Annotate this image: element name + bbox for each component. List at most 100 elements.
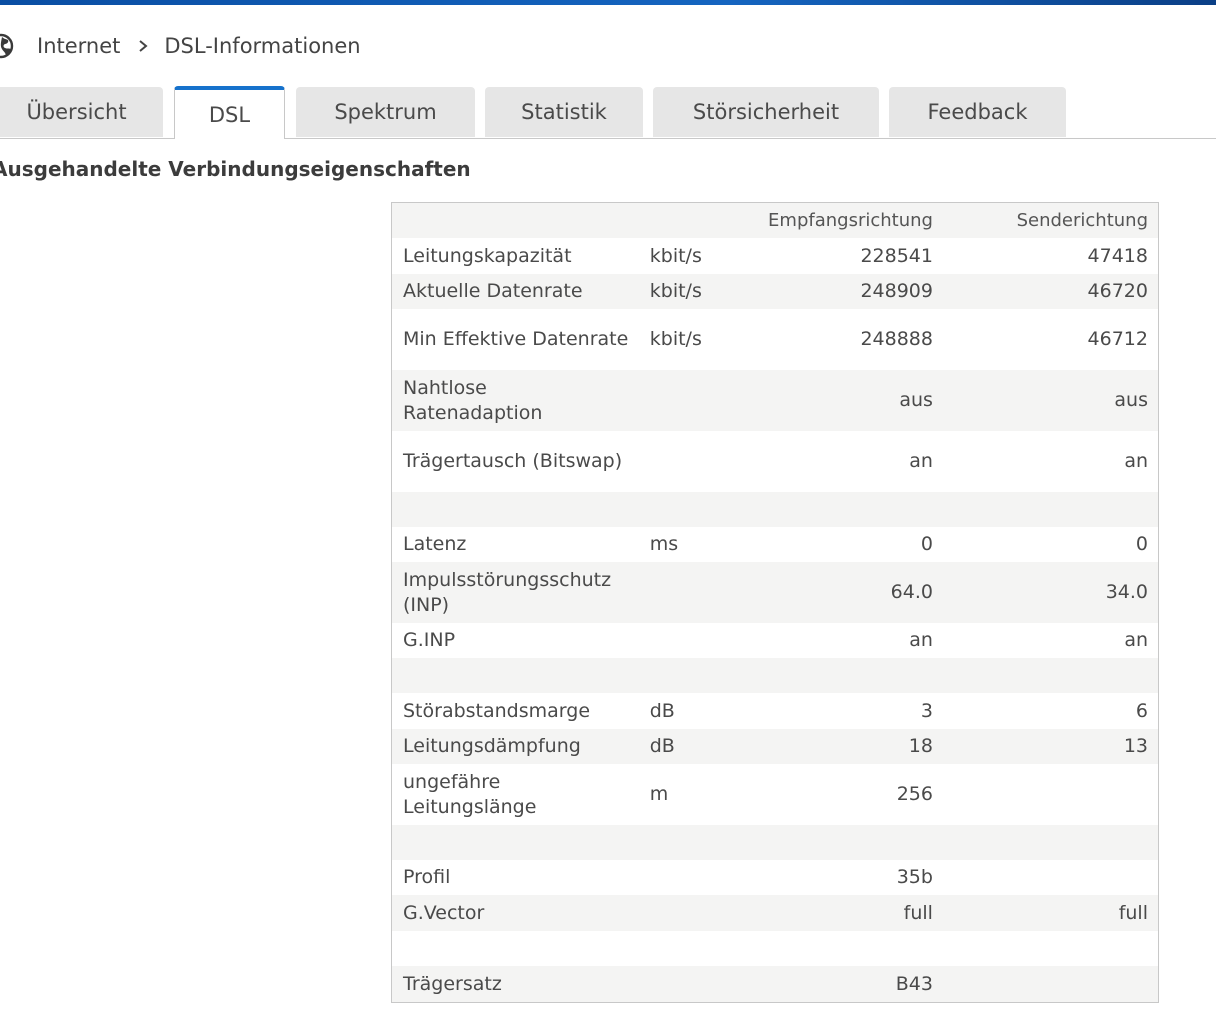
header-receive-direction: Empfangsrichtung xyxy=(730,203,943,238)
row-unit xyxy=(638,860,731,895)
row-receive-value: full xyxy=(730,895,943,931)
header-label xyxy=(392,203,639,238)
row-label: Nahtlose Ratenadaption xyxy=(392,370,639,431)
row-send-value xyxy=(942,825,1158,860)
table-row xyxy=(392,931,1158,966)
row-label xyxy=(392,825,639,860)
table-row: Störabstandsmarge dB 3 6 xyxy=(392,693,1158,729)
row-receive-value xyxy=(730,492,943,527)
table-row xyxy=(392,825,1158,860)
row-receive-value: 256 xyxy=(730,764,943,825)
table-header-row: Empfangsrichtung Senderichtung xyxy=(392,203,1158,238)
row-label: Trägersatz xyxy=(392,966,639,1002)
row-label: Trägertausch (Bitswap) xyxy=(392,431,639,492)
tab-statistik[interactable]: Statistik xyxy=(485,87,643,137)
row-unit xyxy=(638,562,731,623)
row-send-value: 6 xyxy=(942,693,1158,729)
row-label: Aktuelle Datenrate xyxy=(392,274,639,309)
top-accent-bar xyxy=(0,0,1216,5)
table-row: Latenz ms 0 0 xyxy=(392,527,1158,562)
row-receive-value: an xyxy=(730,623,943,658)
row-send-value: an xyxy=(942,431,1158,492)
row-label: ungefähre Leitungslänge xyxy=(392,764,639,825)
row-label: G.Vector xyxy=(392,895,639,931)
tab-bar: Übersicht DSL Spektrum Statistik Störsic… xyxy=(0,86,1216,139)
row-label: Leitungskapazität xyxy=(392,238,639,274)
tab-uebersicht[interactable]: Übersicht xyxy=(0,87,163,137)
row-label: Impulsstörungsschutz (INP) xyxy=(392,562,639,623)
row-send-value xyxy=(942,966,1158,1002)
row-receive-value xyxy=(730,931,943,966)
row-send-value: 46720 xyxy=(942,274,1158,309)
row-unit xyxy=(638,623,731,658)
row-send-value xyxy=(942,764,1158,825)
row-label: Leitungsdämpfung xyxy=(392,729,639,764)
row-send-value: 34.0 xyxy=(942,562,1158,623)
section-title: Ausgehandelte Verbindungseigenschaften xyxy=(0,157,471,181)
row-send-value: aus xyxy=(942,370,1158,431)
row-receive-value: 228541 xyxy=(730,238,943,274)
row-label: G.INP xyxy=(392,623,639,658)
header-send-direction: Senderichtung xyxy=(942,203,1158,238)
chevron-right-icon xyxy=(136,36,150,56)
breadcrumb: Internet DSL-Informationen xyxy=(0,30,361,62)
row-unit: kbit/s xyxy=(638,274,731,309)
row-label: Profil xyxy=(392,860,639,895)
breadcrumb-item-internet[interactable]: Internet xyxy=(37,34,120,58)
row-unit: dB xyxy=(638,693,731,729)
row-label xyxy=(392,658,639,693)
row-receive-value: 248909 xyxy=(730,274,943,309)
row-receive-value xyxy=(730,658,943,693)
row-label: Min Effektive Datenrate xyxy=(392,309,639,370)
connection-properties-table: Empfangsrichtung Senderichtung Leitungsk… xyxy=(391,202,1159,1003)
row-unit: kbit/s xyxy=(638,238,731,274)
row-send-value: full xyxy=(942,895,1158,931)
row-unit: ms xyxy=(638,527,731,562)
row-unit xyxy=(638,931,731,966)
table-row: Impulsstörungsschutz (INP) 64.0 34.0 xyxy=(392,562,1158,623)
tab-dsl[interactable]: DSL xyxy=(174,86,285,139)
table-row: ungefähre Leitungslänge m 256 xyxy=(392,764,1158,825)
tab-feedback[interactable]: Feedback xyxy=(889,87,1066,137)
row-label: Latenz xyxy=(392,527,639,562)
row-unit xyxy=(638,370,731,431)
table-row: Profil 35b xyxy=(392,860,1158,895)
row-unit xyxy=(638,825,731,860)
row-unit xyxy=(638,966,731,1002)
tab-stoersicherheit[interactable]: Störsicherheit xyxy=(653,87,879,137)
table-row xyxy=(392,492,1158,527)
row-receive-value: 64.0 xyxy=(730,562,943,623)
row-label xyxy=(392,931,639,966)
row-receive-value: aus xyxy=(730,370,943,431)
breadcrumb-item-dsl-informationen: DSL-Informationen xyxy=(164,34,361,58)
row-send-value xyxy=(942,658,1158,693)
row-receive-value: B43 xyxy=(730,966,943,1002)
header-unit xyxy=(638,203,731,238)
table-row: Aktuelle Datenrate kbit/s 248909 46720 xyxy=(392,274,1158,309)
row-receive-value: 3 xyxy=(730,693,943,729)
row-send-value xyxy=(942,492,1158,527)
row-unit: dB xyxy=(638,729,731,764)
row-receive-value: 248888 xyxy=(730,309,943,370)
table-row: Trägertausch (Bitswap) an an xyxy=(392,431,1158,492)
table-body: Leitungskapazität kbit/s 228541 47418 Aktuel… xyxy=(392,238,1158,1002)
table-row: Leitungsdämpfung dB 18 13 xyxy=(392,729,1158,764)
row-receive-value: 18 xyxy=(730,729,943,764)
row-receive-value: 35b xyxy=(730,860,943,895)
table-row: Leitungskapazität kbit/s 228541 47418 xyxy=(392,238,1158,274)
row-unit xyxy=(638,895,731,931)
row-unit xyxy=(638,492,731,527)
row-send-value xyxy=(942,860,1158,895)
row-unit: m xyxy=(638,764,731,825)
row-label: Störabstandsmarge xyxy=(392,693,639,729)
row-send-value: 0 xyxy=(942,527,1158,562)
tab-spektrum[interactable]: Spektrum xyxy=(296,87,475,137)
table-row xyxy=(392,658,1158,693)
row-receive-value xyxy=(730,825,943,860)
row-send-value: an xyxy=(942,623,1158,658)
table-row: Min Effektive Datenrate kbit/s 248888 46712 xyxy=(392,309,1158,370)
globe-icon xyxy=(0,33,14,59)
row-send-value: 47418 xyxy=(942,238,1158,274)
table-row: Trägersatz B43 xyxy=(392,966,1158,1002)
row-send-value: 46712 xyxy=(942,309,1158,370)
